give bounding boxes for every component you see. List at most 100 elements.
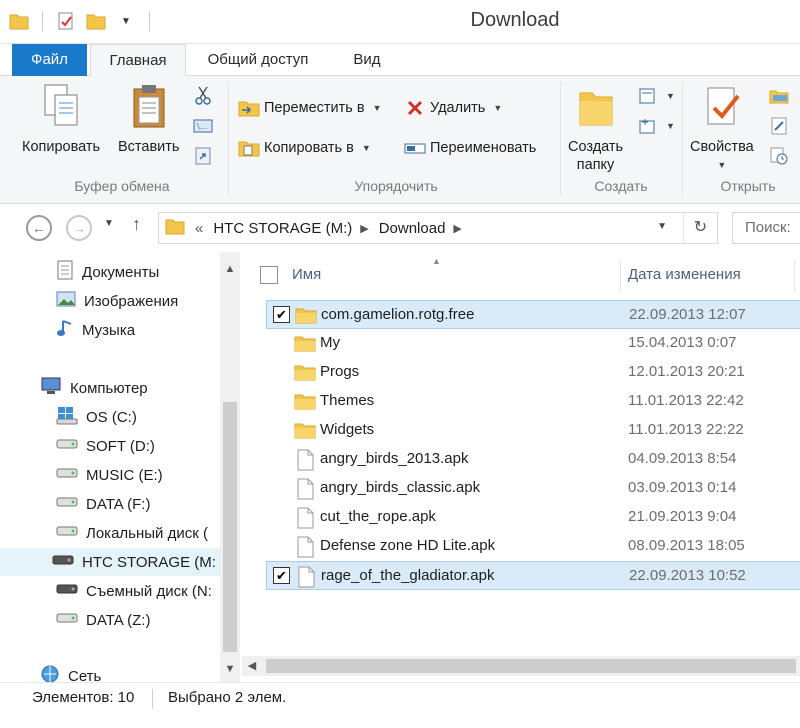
file-name: cut_the_rope.apk bbox=[320, 508, 436, 525]
nav-item-pictures[interactable]: Изображения bbox=[56, 287, 178, 315]
copy-to-button[interactable]: Копировать в ▼ bbox=[238, 136, 371, 160]
file-row[interactable]: My 15.04.2013 0:07 bbox=[266, 329, 800, 358]
nav-item-drive-f[interactable]: DATA (F:) bbox=[56, 490, 150, 518]
clipboard-group-label: Буфер обмена bbox=[74, 178, 170, 194]
paste-icon bbox=[125, 82, 173, 132]
file-name: angry_birds_2013.apk bbox=[320, 450, 469, 467]
nav-item-local-disk[interactable]: Локальный диск ( bbox=[56, 519, 208, 547]
row-checkbox[interactable]: ✔ bbox=[273, 567, 290, 584]
column-divider[interactable] bbox=[794, 260, 795, 292]
file-row[interactable]: ✔ rage_of_the_gladiator.apk 22.09.2013 10:… bbox=[266, 561, 800, 590]
chevron-down-icon: ▼ bbox=[361, 143, 371, 153]
rename-button[interactable]: Переименовать bbox=[404, 136, 536, 160]
back-button[interactable]: ← bbox=[26, 215, 52, 241]
nav-item-drive-z[interactable]: DATA (Z:) bbox=[56, 606, 150, 634]
nav-scrollbar[interactable]: ▲ ▼ bbox=[220, 252, 240, 682]
status-divider bbox=[152, 689, 153, 709]
horizontal-scrollbar[interactable]: ◀ bbox=[242, 656, 800, 676]
nav-item-label: DATA (Z:) bbox=[86, 611, 151, 629]
move-to-button[interactable]: Переместить в ▼ bbox=[238, 96, 382, 120]
arrow-right-icon: → bbox=[72, 220, 86, 236]
new-folder-button[interactable]: Создать папку bbox=[568, 82, 623, 174]
file-row[interactable]: Themes 11.01.2013 22:42 bbox=[266, 387, 800, 416]
ribbon-tabs: Файл Главная Общий доступ Вид bbox=[0, 44, 800, 77]
chevron-down-icon: ▼ bbox=[493, 103, 503, 113]
properties-button[interactable]: Свойства ▼ bbox=[690, 82, 754, 174]
breadcrumb-overflow[interactable]: « bbox=[195, 220, 203, 237]
search-input[interactable]: Поиск: bbox=[732, 212, 800, 244]
new-item-button[interactable]: ▼ bbox=[636, 84, 675, 108]
column-divider[interactable] bbox=[620, 260, 621, 292]
scroll-left-icon[interactable]: ◀ bbox=[244, 656, 260, 676]
file-row[interactable]: Progs 12.01.2013 20:21 bbox=[266, 358, 800, 387]
nav-item-label: SOFT (D:) bbox=[86, 437, 155, 455]
rename-icon bbox=[404, 137, 426, 159]
tab-view[interactable]: Вид bbox=[332, 44, 402, 76]
breadcrumb-current[interactable]: Download bbox=[379, 220, 446, 237]
delete-button[interactable]: Удалить ▼ bbox=[404, 96, 502, 120]
file-name: angry_birds_classic.apk bbox=[320, 479, 481, 496]
tab-file[interactable]: Файл bbox=[12, 44, 87, 76]
scroll-thumb[interactable] bbox=[266, 659, 796, 673]
scroll-up-icon[interactable]: ▲ bbox=[220, 258, 240, 280]
chevron-down-icon: ▼ bbox=[666, 121, 675, 131]
file-row[interactable]: cut_the_rope.apk 21.09.2013 9:04 bbox=[266, 503, 800, 532]
drive-icon bbox=[56, 466, 78, 484]
nav-item-label: Документы bbox=[82, 263, 160, 281]
nav-item-drive-d[interactable]: SOFT (D:) bbox=[56, 432, 155, 460]
open-folder-icon bbox=[768, 85, 790, 107]
file-name: My bbox=[320, 334, 340, 351]
tab-share[interactable]: Общий доступ bbox=[188, 44, 328, 76]
nav-item-music[interactable]: Музыка bbox=[56, 316, 135, 344]
scroll-thumb[interactable] bbox=[223, 402, 237, 652]
address-bar[interactable]: « HTC STORAGE (M:) ▶ Download ▶ ▼ ↻ bbox=[158, 212, 718, 244]
file-row[interactable]: Widgets 11.01.2013 22:22 bbox=[266, 416, 800, 445]
file-row[interactable]: Defense zone HD Lite.apk 08.09.2013 18:05 bbox=[266, 532, 800, 561]
column-name-header[interactable]: Имя bbox=[292, 266, 321, 283]
copy-path-button[interactable]: \... bbox=[192, 114, 214, 138]
chevron-right-icon[interactable]: ▶ bbox=[453, 222, 461, 235]
nav-item-htc-storage[interactable]: HTC STORAGE (M: bbox=[0, 548, 222, 576]
file-date: 15.04.2013 0:07 bbox=[628, 334, 737, 351]
nav-item-label: HTC STORAGE (M: bbox=[82, 553, 216, 571]
copy-button[interactable]: Копировать bbox=[22, 82, 100, 156]
file-date: 03.09.2013 0:14 bbox=[628, 479, 737, 496]
drive-icon bbox=[56, 611, 78, 629]
easy-access-button[interactable]: ▼ bbox=[636, 114, 675, 138]
nav-item-label: DATA (F:) bbox=[86, 495, 151, 513]
breadcrumb-drive[interactable]: HTC STORAGE (M:) bbox=[213, 220, 352, 237]
recent-locations-dropdown[interactable]: ▼ bbox=[104, 218, 114, 229]
nav-item-computer[interactable]: Компьютер bbox=[40, 374, 148, 402]
up-button[interactable]: ↑ bbox=[132, 214, 141, 235]
open-button[interactable] bbox=[768, 84, 790, 108]
new-item-icon bbox=[636, 85, 658, 107]
refresh-icon[interactable]: ↻ bbox=[683, 213, 717, 243]
paste-shortcut-button[interactable] bbox=[192, 144, 214, 168]
nav-item-removable-n[interactable]: Съемный диск (N: bbox=[56, 577, 212, 605]
paste-button[interactable]: Вставить bbox=[118, 82, 179, 156]
forward-button[interactable]: → bbox=[66, 215, 92, 241]
scroll-down-icon[interactable]: ▼ bbox=[220, 658, 240, 680]
file-row[interactable]: ✔ com.gamelion.rotg.free 22.09.2013 12:07 bbox=[266, 300, 800, 329]
paste-shortcut-icon bbox=[192, 145, 214, 167]
sort-ascending-icon: ▲ bbox=[432, 256, 441, 266]
nav-item-documents[interactable]: Документы bbox=[56, 258, 159, 286]
row-checkbox[interactable]: ✔ bbox=[273, 306, 290, 323]
nav-item-network[interactable]: Сеть bbox=[40, 662, 101, 682]
select-all-checkbox[interactable] bbox=[260, 266, 278, 284]
chevron-right-icon[interactable]: ▶ bbox=[360, 222, 368, 235]
tab-home[interactable]: Главная bbox=[90, 44, 186, 77]
file-date: 22.09.2013 10:52 bbox=[629, 567, 746, 584]
cut-button[interactable] bbox=[192, 84, 214, 108]
window-title: Download bbox=[470, 9, 560, 31]
history-button[interactable] bbox=[768, 144, 790, 168]
file-icon bbox=[294, 507, 316, 529]
nav-item-drive-e[interactable]: MUSIC (E:) bbox=[56, 461, 163, 489]
column-date-header[interactable]: Дата изменения bbox=[628, 266, 741, 283]
edit-button[interactable] bbox=[768, 114, 790, 138]
selection-count: Выбрано 2 элем. bbox=[168, 689, 287, 706]
file-row[interactable]: angry_birds_2013.apk 04.09.2013 8:54 bbox=[266, 445, 800, 474]
nav-item-drive-c[interactable]: OS (C:) bbox=[56, 403, 137, 431]
address-history-dropdown[interactable]: ▼ bbox=[657, 221, 667, 232]
file-row[interactable]: angry_birds_classic.apk 03.09.2013 0:14 bbox=[266, 474, 800, 503]
